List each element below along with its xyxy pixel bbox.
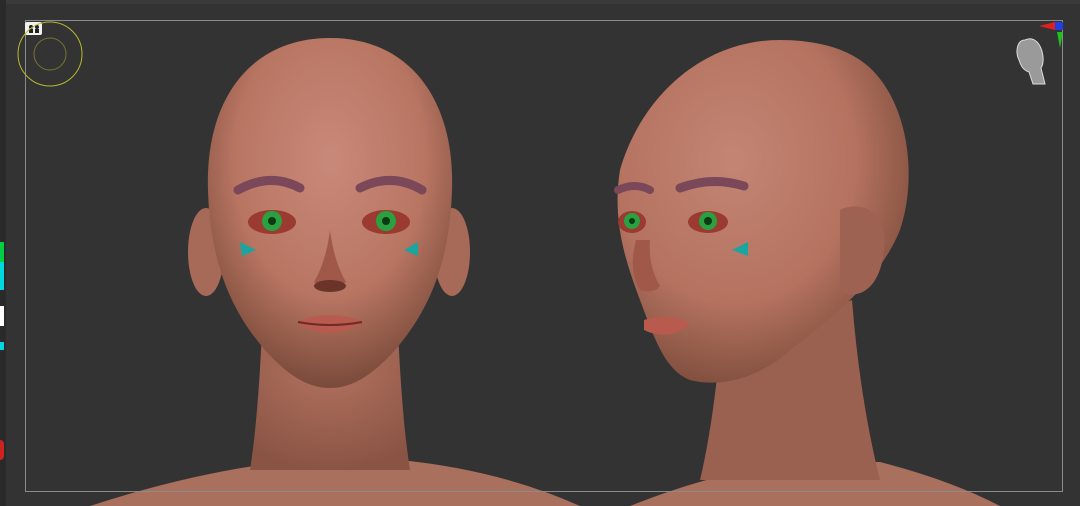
document-frame — [25, 20, 1063, 492]
navigation-circle-icon[interactable] — [16, 20, 84, 88]
head-gizmo-icon[interactable] — [1005, 18, 1071, 88]
